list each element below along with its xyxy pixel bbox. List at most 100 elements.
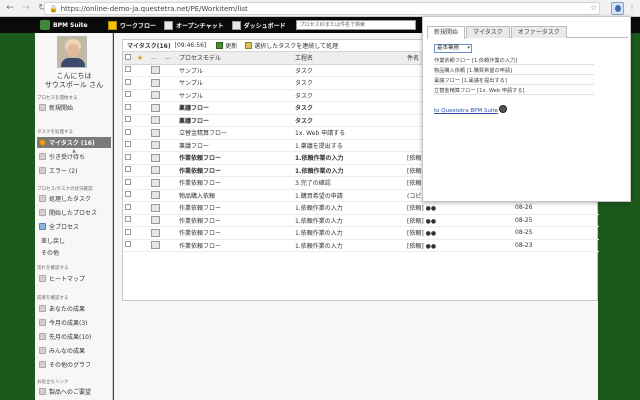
row-checkbox[interactable] (123, 239, 135, 252)
popup-item-work-request[interactable]: 作業依頼フロー [1.依頼作業の入力] (434, 57, 594, 65)
row-step[interactable]: 1.依頼作業の入力 (293, 201, 405, 215)
dashboard-button[interactable]: ダッシュボード (231, 19, 286, 31)
row-model[interactable]: サンプル (177, 64, 293, 77)
sidebar-item-this-month[interactable]: 今月の成果(3) (37, 317, 111, 328)
row-model[interactable]: 稟議フロー (177, 139, 293, 152)
row-task-icon[interactable] (149, 151, 163, 165)
row-step[interactable]: タスク (293, 89, 405, 102)
sidebar-item-my-tasks[interactable]: マイタスク (16) (37, 137, 111, 148)
row-model[interactable]: 作業依頼フロー (177, 214, 293, 227)
row-model[interactable]: 作業依頼フロー (177, 176, 293, 190)
row-checkbox[interactable] (123, 201, 135, 215)
table-row[interactable]: 作業依頼フロー 1.依頼作業の入力 [依頼] ●● 08-25 (123, 214, 599, 227)
batch-process-icon[interactable] (245, 42, 253, 49)
sidebar-item-sendback[interactable]: 差し戻し (37, 235, 111, 246)
forward-icon[interactable]: → (20, 2, 32, 14)
table-row[interactable]: 作業依頼フロー 1.依頼作業の入力 [依頼] ●● 08-23 (123, 239, 599, 252)
row-step[interactable]: 1.購買希望の申請 (293, 189, 405, 202)
row-task-icon[interactable] (149, 89, 163, 102)
row-step[interactable]: 1.依頼作業の入力 (293, 239, 405, 252)
row-task-icon[interactable] (149, 164, 163, 177)
row-model[interactable]: サンプル (177, 76, 293, 90)
popup-item-purchase[interactable]: 物品購入依頼 [1.購買希望の申請] (434, 67, 594, 75)
url-bar[interactable]: 🔒 https://online-demo-ja.questetra.net/P… (44, 2, 600, 15)
row-model[interactable]: 物品購入依頼 (177, 189, 293, 202)
row-task-icon[interactable] (149, 101, 163, 115)
sidebar-item-start-new[interactable]: 新規開始 (37, 102, 111, 113)
sidebar-item-feedback[interactable]: 製品へのご要望 (37, 386, 111, 397)
browser-menu-icon[interactable]: ⋮ (628, 3, 636, 12)
row-model[interactable]: 立替金精算フロー (177, 126, 293, 140)
row-model[interactable]: 稟議フロー (177, 101, 293, 115)
refresh-button[interactable]: 更新 (225, 41, 237, 50)
row-task-icon[interactable] (149, 226, 163, 240)
row-model[interactable]: 作業依頼フロー (177, 226, 293, 240)
open-chat-button[interactable]: オープンチャット (164, 19, 224, 31)
row-task-icon[interactable] (149, 126, 163, 140)
category-select[interactable]: 基本業務 ▾ (434, 44, 472, 53)
header-step-name[interactable]: 工程名 (293, 52, 405, 65)
table-row[interactable]: 作業依頼フロー 1.依頼作業の入力 [依頼] ●● 08-26 (123, 201, 599, 215)
tab-offer-tasks[interactable]: オファータスク (510, 26, 567, 38)
row-task-icon[interactable] (149, 139, 163, 152)
row-task-icon[interactable] (149, 64, 163, 77)
sidebar-item-handled-tasks[interactable]: 処理したタスク (37, 193, 111, 204)
row-checkbox[interactable] (123, 126, 135, 140)
row-step[interactable]: 1.依頼作業の入力 (293, 226, 405, 240)
row-model[interactable]: 作業依頼フロー (177, 239, 293, 252)
header-dots-1[interactable]: ... (149, 52, 163, 65)
questetra-link[interactable]: to Questetra BPM Suite (434, 108, 498, 114)
row-step[interactable]: タスク (293, 76, 405, 90)
sidebar-item-all-processes[interactable]: 全プロセス (37, 221, 111, 232)
row-checkbox[interactable] (123, 189, 135, 202)
row-task-icon[interactable] (149, 214, 163, 227)
header-check[interactable] (123, 52, 135, 65)
row-subject[interactable]: [依頼] ●● (405, 214, 513, 227)
row-task-icon[interactable] (149, 201, 163, 215)
row-checkbox[interactable] (123, 76, 135, 90)
sidebar-item-other-graph[interactable]: その他のグラフ (37, 359, 111, 370)
header-star[interactable]: ★ (135, 52, 149, 65)
row-step[interactable]: 1.依頼作業の入力 (293, 164, 405, 177)
row-step[interactable]: タスク (293, 64, 405, 77)
workflow-button[interactable]: ワークフロー (108, 19, 156, 31)
app-logo[interactable]: BPM Suite (0, 17, 108, 33)
popup-item-expense[interactable]: 立替金精算フロー [1x. Web 申請する] (434, 87, 594, 95)
row-checkbox[interactable] (123, 64, 135, 77)
header-process-model[interactable]: プロセスモデル (177, 52, 293, 65)
row-task-icon[interactable] (149, 114, 163, 127)
bookmark-star-icon[interactable]: ☆ (590, 3, 597, 12)
table-row[interactable]: 作業依頼フロー 1.依頼作業の入力 [依頼] ●● 08-25 (123, 226, 599, 240)
row-model[interactable]: 作業依頼フロー (177, 151, 293, 165)
row-subject[interactable]: [依頼] ●● (405, 239, 513, 252)
row-task-icon[interactable] (149, 76, 163, 90)
sidebar-item-heatmap[interactable]: ヒートマップ (37, 273, 111, 284)
row-model[interactable]: 作業依頼フロー (177, 164, 293, 177)
back-icon[interactable]: ← (4, 2, 16, 14)
row-step[interactable]: 3.完了の確認 (293, 176, 405, 190)
row-step[interactable]: 1.依頼作業の入力 (293, 151, 405, 165)
row-step[interactable]: タスク (293, 114, 405, 127)
popup-item-ringi[interactable]: 稟議フロー [1.稟議を提出する] (434, 77, 594, 85)
row-task-icon[interactable] (149, 176, 163, 190)
process-search-input[interactable]: プロセスIDまたは件名で検索 (295, 20, 416, 30)
row-checkbox[interactable] (123, 139, 135, 152)
row-model[interactable]: サンプル (177, 89, 293, 102)
batch-process-button[interactable]: 選択したタスクを連続して処理 (254, 41, 338, 50)
row-step[interactable]: 1.稟議を提出する (293, 139, 405, 152)
row-model[interactable]: 作業依頼フロー (177, 201, 293, 215)
row-checkbox[interactable] (123, 101, 135, 115)
sidebar-item-everyone[interactable]: みんなの成果 (37, 345, 111, 356)
sidebar-item-other[interactable]: その他 (37, 247, 111, 258)
extension-icon[interactable] (611, 2, 624, 15)
row-task-icon[interactable] (149, 239, 163, 252)
header-dots-2[interactable]: ... (163, 52, 177, 65)
row-checkbox[interactable] (123, 176, 135, 190)
row-subject[interactable]: [依頼] ●● (405, 201, 513, 215)
row-step[interactable]: 1.依頼作業の入力 (293, 214, 405, 227)
tab-new-start[interactable]: 新規開始 (427, 26, 466, 39)
row-checkbox[interactable] (123, 214, 135, 227)
refresh-icon[interactable] (216, 42, 224, 49)
sidebar-item-errors[interactable]: エラー (2) (37, 165, 111, 176)
row-model[interactable]: 稟議フロー (177, 114, 293, 127)
